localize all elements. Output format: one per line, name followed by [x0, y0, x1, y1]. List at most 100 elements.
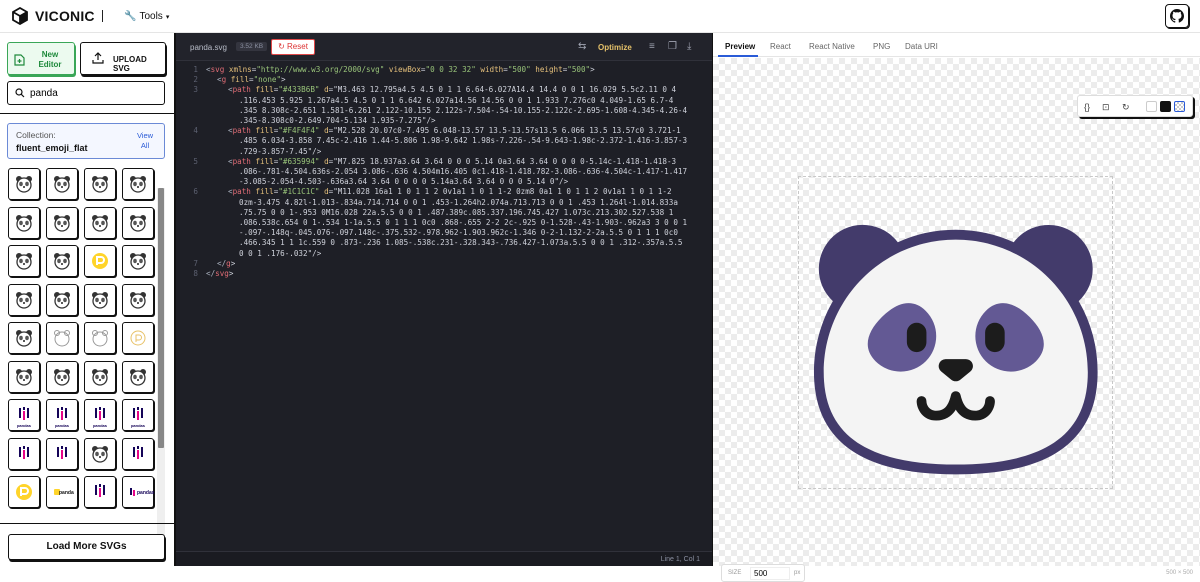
panda-face-icon [130, 368, 146, 386]
icon-caption: pandas [130, 423, 145, 428]
size-input[interactable] [750, 567, 790, 580]
code-line: <svg xmlns="http://www.w3.org/2000/svg" … [206, 65, 595, 74]
icon-tile[interactable] [84, 168, 116, 200]
icon-tile[interactable] [46, 322, 78, 354]
pandas-logo-icon [95, 484, 105, 497]
icon-tile[interactable] [8, 322, 40, 354]
panda-face-icon [16, 253, 32, 270]
load-more-button[interactable]: Load More SVGs [8, 534, 165, 560]
braces-icon[interactable]: {} [1084, 102, 1090, 112]
cube-logo-icon [12, 7, 28, 25]
line-number: 3 [193, 85, 198, 95]
format-icon[interactable]: ≡ [649, 41, 655, 52]
divider [102, 10, 103, 22]
icon-tile[interactable] [84, 206, 116, 239]
reset-button[interactable]: ↻ Reset [271, 39, 315, 55]
icon-tile[interactable]: pandas [46, 399, 78, 431]
code-line: <g fill="none"> [217, 75, 286, 85]
code-line: .485 6.034-3.858 7.45c-2.416 1.44-5.806 … [239, 136, 688, 146]
tab-png[interactable]: PNG [873, 42, 890, 51]
collection-name: fluent_emoji_flat [16, 143, 88, 153]
code-line: <path fill="#433B6B" d="M3.463 12.795a4.… [228, 85, 677, 95]
icon-tile[interactable] [122, 322, 154, 354]
download-icon[interactable]: ⤓ [687, 41, 691, 52]
line-number: 2 [193, 75, 198, 85]
icon-tile[interactable] [46, 206, 78, 239]
icon-tile[interactable] [122, 437, 154, 470]
icon-tile[interactable] [84, 476, 116, 508]
icon-tile[interactable] [122, 168, 154, 200]
code-line: </g> [217, 258, 236, 268]
panda-logo-icon [92, 253, 108, 269]
code-line: <path fill="#1C1C1C" d="M11.028 16a1 1 0… [228, 187, 672, 197]
icon-tile[interactable] [122, 283, 154, 316]
tools-menu[interactable]: 🔧 Tools ▾ [124, 11, 169, 22]
icon-grid-scrollbar[interactable] [157, 188, 165, 550]
icon-caption: panda [59, 490, 74, 496]
bg-transparent-swatch[interactable] [1174, 101, 1185, 112]
preview-controls: {} ⊡ ↻ [1077, 95, 1193, 117]
icon-tile[interactable] [84, 322, 116, 354]
line-number: 1 [193, 65, 198, 74]
icon-tile[interactable] [8, 206, 40, 239]
icon-tile[interactable] [122, 245, 154, 277]
icon-tile[interactable] [8, 437, 40, 470]
icon-tile[interactable] [8, 476, 40, 508]
file-name: panda.svg [190, 43, 227, 52]
swap-icon[interactable]: ⇆ [578, 41, 586, 52]
new-editor-button[interactable]: New Editor [7, 42, 75, 75]
sidebar: New Editor UPLOAD SVG Collection: fluent… [0, 33, 176, 566]
scrollbar-thumb[interactable] [158, 188, 164, 448]
icon-tile[interactable] [46, 437, 78, 470]
size-unit: px [794, 570, 801, 576]
code-line: </svg> [206, 269, 234, 278]
bg-black-swatch[interactable] [1160, 101, 1171, 112]
fit-icon[interactable]: ⊡ [1102, 102, 1110, 113]
icon-tile[interactable] [46, 360, 78, 393]
icon-tile[interactable] [8, 245, 40, 277]
icon-tile[interactable] [84, 245, 116, 277]
line-gutter: 123 4 5 6 78 [176, 63, 204, 543]
refresh-icon[interactable]: ↻ [1122, 102, 1130, 113]
tab-react-native[interactable]: React Native [809, 42, 855, 51]
optimize-button[interactable]: Optimize [598, 43, 632, 52]
line-number: 8 [193, 269, 198, 278]
bg-white-swatch[interactable] [1146, 101, 1157, 112]
panda-face-icon [16, 368, 32, 386]
icon-tile[interactable] [46, 245, 78, 277]
panda-face-icon [16, 291, 32, 309]
code-line: .466.345 1 1 1c.559 0 .873-.236 1.085-.5… [239, 238, 683, 248]
icon-tile[interactable]: panda [46, 476, 78, 508]
icon-tile[interactable]: pandas [122, 476, 155, 508]
tab-preview[interactable]: Preview [725, 42, 755, 51]
icon-tile[interactable] [84, 437, 116, 470]
panda-face-icon [92, 176, 108, 193]
tab-react[interactable]: React [770, 42, 791, 51]
github-button[interactable] [1165, 4, 1189, 28]
copy-icon[interactable]: ❐ [668, 41, 677, 52]
app-logo[interactable]: VICONIC [11, 7, 95, 25]
icon-tile[interactable] [122, 360, 154, 393]
icon-tile[interactable] [46, 168, 78, 200]
icon-tile[interactable] [8, 360, 40, 393]
icon-tile[interactable]: pandas [84, 399, 116, 431]
upload-svg-label: UPLOAD SVG [113, 55, 147, 73]
panda-face-icon [16, 214, 32, 232]
icon-tile[interactable] [46, 283, 78, 316]
tab-data-uri[interactable]: Data URI [905, 42, 938, 51]
icon-tile[interactable] [122, 206, 154, 239]
icon-tile[interactable]: pandas [122, 399, 154, 431]
code-area[interactable]: 123 4 5 6 78 <svg xmlns="http://www.w3.org/2… [176, 63, 712, 543]
preview-panel: Preview React React Native PNG Data URI … [712, 33, 1200, 582]
upload-svg-button[interactable]: UPLOAD SVG [80, 42, 166, 75]
github-icon [1170, 9, 1184, 23]
view-all-link[interactable]: View All [132, 131, 158, 151]
search-input[interactable] [30, 86, 160, 100]
icon-tile[interactable] [84, 283, 116, 316]
icon-tile[interactable]: pandas [8, 399, 40, 431]
icon-tile[interactable] [8, 168, 40, 200]
icon-caption: pandas [92, 423, 107, 428]
icon-tile[interactable] [8, 283, 40, 316]
icon-tile[interactable] [84, 360, 116, 393]
editor-toolbar: panda.svg 3.52 KB ↻ Reset ⇆ Optimize ≡ ❐… [176, 33, 712, 61]
